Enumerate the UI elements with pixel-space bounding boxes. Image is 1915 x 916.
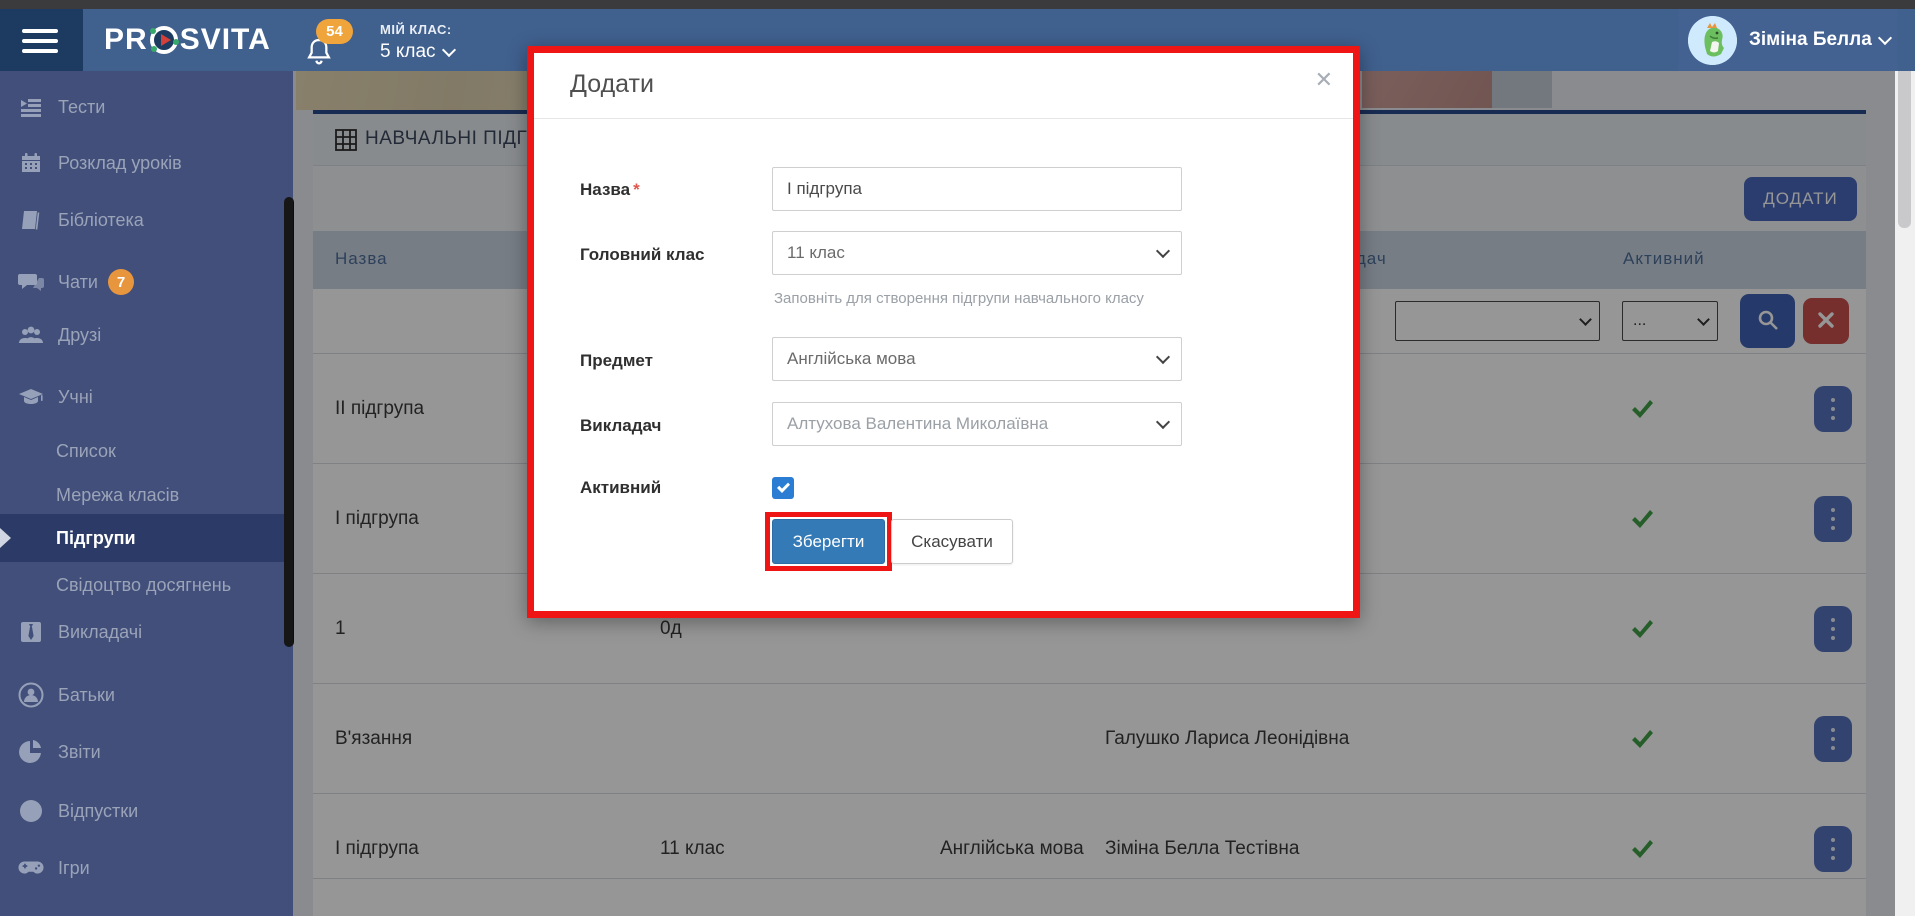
sidebar-item-friends[interactable]: Друзі (0, 313, 293, 357)
user-name: Зіміна Белла (1749, 29, 1872, 51)
my-class-selector[interactable]: МІЙ КЛАС: 5 клас (380, 22, 454, 63)
sidebar-subitem-list[interactable]: Список (0, 429, 293, 473)
sidebar-item-reports[interactable]: Звіти (0, 730, 293, 774)
cancel-button[interactable]: Скасувати (891, 519, 1013, 564)
add-subgroup-modal: Додати ✕ Назва* Головний клас 11 клас За… (534, 53, 1353, 611)
modal-header: Додати ✕ (534, 53, 1353, 119)
check-icon (776, 482, 790, 494)
sidebar-item-tests[interactable]: Тести (0, 85, 293, 129)
page-scrollbar[interactable] (1895, 0, 1915, 916)
sidebar-item-library[interactable]: Бібліотека (0, 198, 293, 242)
tie-icon (18, 619, 44, 645)
calendar-icon (18, 150, 44, 176)
subject-select[interactable]: Англійська мова (772, 337, 1182, 381)
sidebar-subitem-achievement-certificate[interactable]: Свідоцтво досягнень (0, 563, 293, 607)
chat-bubbles-icon (18, 269, 44, 295)
sidebar-subitem-class-network[interactable]: Мережа класів (0, 473, 293, 517)
save-button[interactable]: Зберегти (772, 519, 885, 564)
graduation-cap-icon (18, 384, 44, 410)
gamepad-icon (18, 855, 44, 881)
chevron-down-icon (1156, 350, 1170, 364)
logo-text-pr: PR (104, 23, 148, 57)
teacher-label: Викладач (580, 416, 661, 436)
sidebar-item-students[interactable]: Учні (0, 375, 293, 419)
chevron-down-icon (441, 43, 455, 57)
modal-title: Додати (570, 70, 654, 99)
required-asterisk: * (633, 180, 640, 199)
hamburger-menu-button[interactable] (0, 9, 83, 71)
user-menu[interactable]: Зіміна Белла (1678, 9, 1898, 71)
chats-count-badge: 7 (108, 269, 134, 295)
main-class-help-text: Заповніть для створення підгрупи навчаль… (774, 290, 1144, 307)
sidebar-item-parents[interactable]: Батьки (0, 673, 293, 717)
main-class-label: Головний клас (580, 245, 704, 265)
my-class-value: 5 клас (380, 41, 436, 63)
annotation-box-save-button: Зберегти (765, 512, 892, 571)
sidebar-item-teachers[interactable]: Викладачі (0, 610, 293, 654)
logo-play-icon (150, 26, 178, 54)
sidebar-item-chats[interactable]: Чати 7 (0, 260, 293, 304)
logo-text-svita: SVITA (180, 23, 271, 57)
my-class-label: МІЙ КЛАС: (380, 22, 454, 37)
notification-count-badge[interactable]: 54 (316, 19, 353, 44)
sidebar: Тести Розклад уроків Бібліотека Чати 7 Д… (0, 71, 293, 916)
subject-label: Предмет (580, 351, 653, 371)
close-icon[interactable]: ✕ (1315, 67, 1333, 93)
active-item-arrow-icon (0, 528, 11, 548)
sidebar-item-games[interactable]: Ігри (0, 846, 293, 890)
name-input[interactable] (772, 167, 1182, 211)
tests-icon (18, 94, 44, 120)
user-chevron-down-icon (1878, 31, 1892, 45)
main-class-select[interactable]: 11 клас (772, 231, 1182, 275)
app-logo[interactable]: PR SVITA (104, 9, 271, 71)
active-checkbox[interactable] (772, 477, 794, 499)
book-icon (18, 207, 44, 233)
group-icon (18, 322, 44, 348)
circle-icon (18, 798, 44, 824)
sidebar-subitem-subgroups[interactable]: Підгрупи (0, 514, 293, 562)
chevron-down-icon (1156, 415, 1170, 429)
name-label: Назва* (580, 180, 640, 200)
sidebar-item-schedule[interactable]: Розклад уроків (0, 141, 293, 185)
avatar (1688, 16, 1737, 65)
person-circle-icon (18, 682, 44, 708)
teacher-select[interactable]: Алтухова Валентина Миколаївна (772, 402, 1182, 446)
chevron-down-icon (1156, 244, 1170, 258)
window-top-strip (0, 0, 1915, 9)
pie-chart-icon (18, 739, 44, 765)
active-label: Активний (580, 478, 661, 498)
sidebar-item-vacations[interactable]: Відпустки (0, 789, 293, 833)
annotation-box-modal: Додати ✕ Назва* Головний клас 11 клас За… (527, 46, 1360, 618)
scrollbar-thumb[interactable] (1898, 58, 1911, 228)
